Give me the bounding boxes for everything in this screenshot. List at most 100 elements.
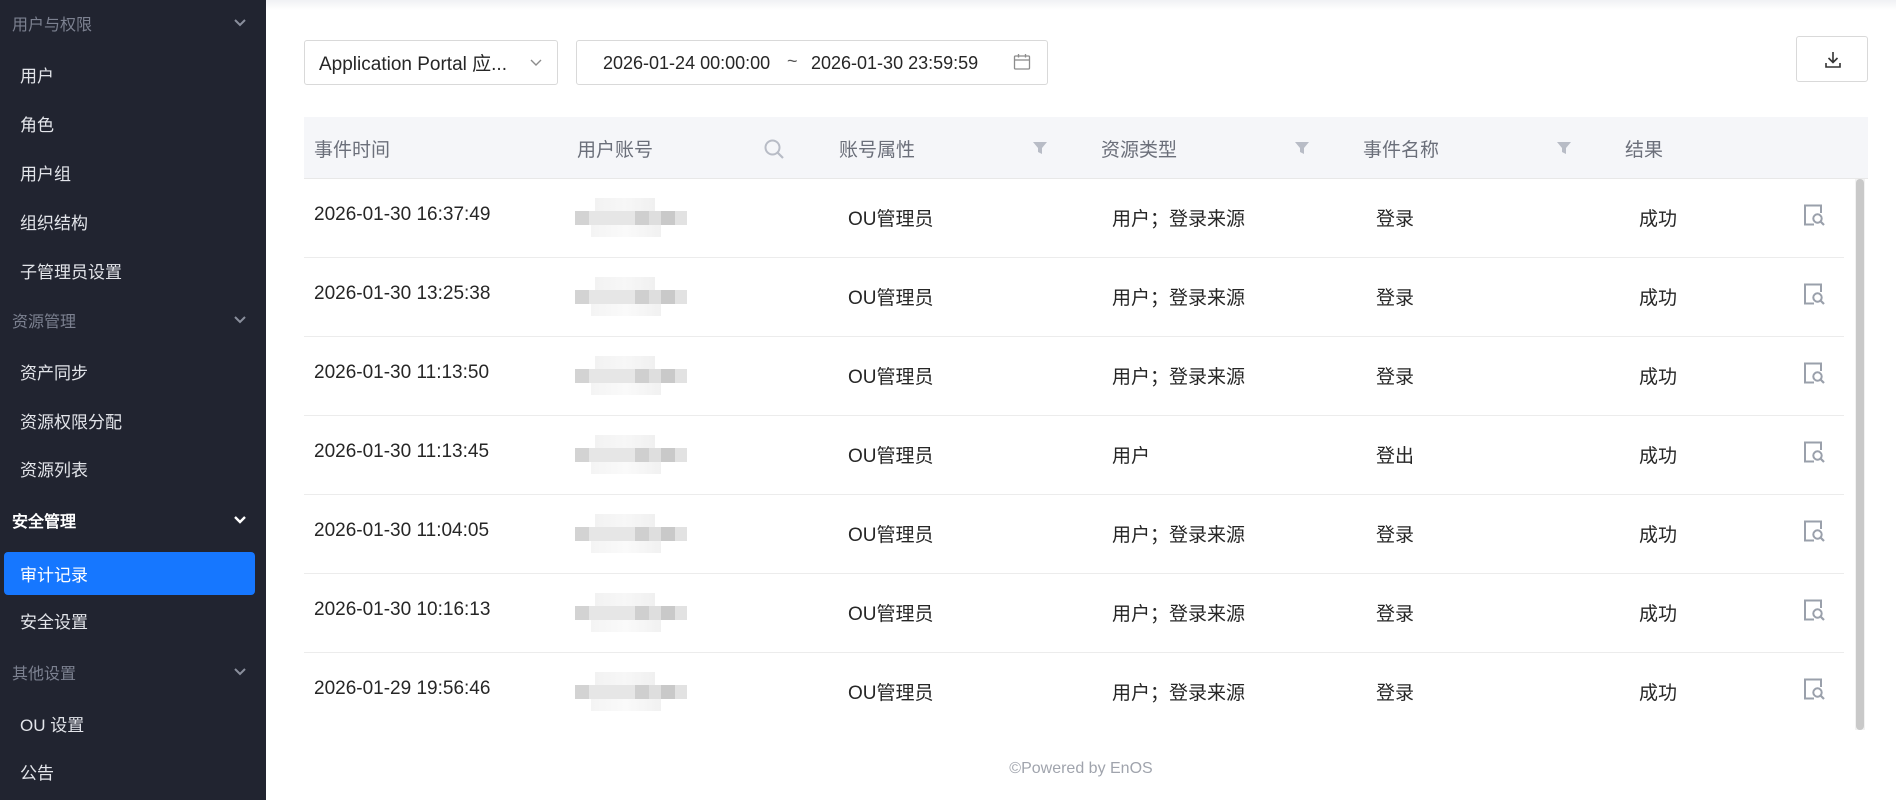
filter-icon[interactable] bbox=[1556, 140, 1572, 156]
cell-event-time: 2026-01-30 13:25:38 bbox=[314, 283, 491, 304]
application-select[interactable]: Application Portal 应... bbox=[304, 40, 558, 85]
redacted-user-account bbox=[561, 514, 697, 554]
sidebar-group-users-permissions[interactable]: 用户与权限 bbox=[0, 5, 266, 41]
table-row: 2026-01-30 16:37:49 OU管理员 用户；登录来源 登录 成功 bbox=[304, 179, 1844, 258]
column-header-event-name: 事件名称 bbox=[1363, 140, 1440, 161]
redacted-user-account bbox=[561, 277, 697, 317]
chevron-down-icon bbox=[234, 316, 246, 324]
cell-event-name: 登录 bbox=[1376, 209, 1415, 230]
cell-event-time: 2026-01-30 16:37:49 bbox=[314, 204, 491, 225]
cell-resource-type: 用户 bbox=[1112, 446, 1151, 467]
sidebar-item-audit-log[interactable]: 审计记录 bbox=[4, 552, 255, 595]
chevron-down-icon bbox=[234, 516, 246, 524]
table-row: 2026-01-29 19:56:46 OU管理员 用户；登录来源 登录 成功 bbox=[304, 653, 1844, 730]
chevron-down-icon bbox=[530, 59, 542, 66]
column-header-account-attribute: 账号属性 bbox=[839, 140, 916, 161]
filter-icon[interactable] bbox=[1294, 140, 1310, 156]
cell-resource-type: 用户；登录来源 bbox=[1112, 288, 1246, 309]
redacted-user-account bbox=[561, 198, 697, 238]
table-body: 2026-01-30 16:37:49 OU管理员 用户；登录来源 登录 成功 … bbox=[304, 179, 1868, 730]
sidebar-item-sub-admin-settings[interactable]: 子管理员设置 bbox=[0, 250, 266, 290]
sidebar-item-ou-settings[interactable]: OU 设置 bbox=[0, 703, 266, 743]
redacted-user-account bbox=[561, 593, 697, 633]
date-separator: ~ bbox=[787, 51, 798, 71]
table-row: 2026-01-30 11:04:05 OU管理员 用户；登录来源 登录 成功 bbox=[304, 495, 1844, 574]
column-header-resource-type: 资源类型 bbox=[1101, 140, 1178, 161]
sidebar-group-security-management[interactable]: 安全管理 bbox=[0, 502, 266, 538]
main-content: Application Portal 应... 2026-01-24 00:00… bbox=[266, 0, 1896, 800]
cell-account-attribute: OU管理员 bbox=[848, 367, 934, 388]
footer-powered-by: ©Powered by EnOS bbox=[1009, 760, 1153, 777]
search-icon[interactable] bbox=[763, 138, 785, 160]
cell-event-name: 登录 bbox=[1376, 525, 1415, 546]
download-icon bbox=[1825, 52, 1841, 68]
sidebar-group-other-settings[interactable]: 其他设置 bbox=[0, 654, 266, 690]
download-button[interactable] bbox=[1796, 36, 1868, 82]
table-row: 2026-01-30 11:13:50 OU管理员 用户；登录来源 登录 成功 bbox=[304, 337, 1844, 416]
cell-result: 成功 bbox=[1639, 604, 1678, 625]
sidebar-item-users[interactable]: 用户 bbox=[0, 54, 266, 94]
sidebar-group-label: 资源管理 bbox=[12, 314, 77, 331]
cell-event-name: 登录 bbox=[1376, 683, 1415, 704]
sidebar-group-label: 安全管理 bbox=[12, 514, 77, 531]
calendar-icon bbox=[1013, 54, 1031, 70]
sidebar-item-resource-permission[interactable]: 资源权限分配 bbox=[0, 400, 266, 440]
cell-resource-type: 用户；登录来源 bbox=[1112, 525, 1246, 546]
sidebar-group-resource-management[interactable]: 资源管理 bbox=[0, 302, 266, 338]
redacted-user-account bbox=[561, 435, 697, 475]
view-detail-icon[interactable] bbox=[1802, 361, 1826, 385]
date-start[interactable]: 2026-01-24 00:00:00 bbox=[603, 53, 770, 74]
cell-event-name: 登录 bbox=[1376, 288, 1415, 309]
cell-resource-type: 用户；登录来源 bbox=[1112, 367, 1246, 388]
sidebar-item-asset-sync[interactable]: 资产同步 bbox=[0, 351, 266, 391]
view-detail-icon[interactable] bbox=[1802, 519, 1826, 543]
view-detail-icon[interactable] bbox=[1802, 203, 1826, 227]
date-range-picker[interactable]: 2026-01-24 00:00:00 ~ 2026-01-30 23:59:5… bbox=[576, 40, 1048, 85]
cell-event-time: 2026-01-30 10:16:13 bbox=[314, 599, 491, 620]
view-detail-icon[interactable] bbox=[1802, 677, 1826, 701]
sidebar: 用户与权限 用户 角色 用户组 组织结构 子管理员设置 资源管理 资产同步 资源… bbox=[0, 0, 266, 800]
cell-event-time: 2026-01-29 19:56:46 bbox=[314, 678, 491, 699]
sidebar-item-user-groups[interactable]: 用户组 bbox=[0, 152, 266, 192]
sidebar-item-org-structure[interactable]: 组织结构 bbox=[0, 201, 266, 241]
view-detail-icon[interactable] bbox=[1802, 598, 1826, 622]
column-header-result: 结果 bbox=[1625, 140, 1664, 161]
cell-event-name: 登录 bbox=[1376, 367, 1415, 388]
view-detail-icon[interactable] bbox=[1802, 282, 1826, 306]
cell-result: 成功 bbox=[1639, 367, 1678, 388]
cell-account-attribute: OU管理员 bbox=[848, 446, 934, 467]
cell-resource-type: 用户；登录来源 bbox=[1112, 683, 1246, 704]
view-detail-icon[interactable] bbox=[1802, 440, 1826, 464]
scrollbar-thumb[interactable] bbox=[1856, 179, 1864, 730]
filter-icon[interactable] bbox=[1032, 140, 1048, 156]
redacted-user-account bbox=[561, 356, 697, 396]
cell-result: 成功 bbox=[1639, 683, 1678, 704]
table-row: 2026-01-30 11:13:45 OU管理员 用户 登出 成功 bbox=[304, 416, 1844, 495]
cell-resource-type: 用户；登录来源 bbox=[1112, 604, 1246, 625]
redacted-user-account bbox=[561, 672, 697, 712]
table-header: 事件时间 用户账号 账号属性 资源类型 事件名称 结果 bbox=[304, 117, 1868, 179]
table-row: 2026-01-30 13:25:38 OU管理员 用户；登录来源 登录 成功 bbox=[304, 258, 1844, 337]
sidebar-group-label: 用户与权限 bbox=[12, 17, 93, 34]
sidebar-item-security-settings[interactable]: 安全设置 bbox=[0, 600, 266, 640]
sidebar-item-roles[interactable]: 角色 bbox=[0, 103, 266, 143]
cell-event-time: 2026-01-30 11:04:05 bbox=[314, 520, 490, 541]
table-scrollbar[interactable] bbox=[1855, 179, 1865, 730]
column-header-user-account: 用户账号 bbox=[577, 140, 654, 161]
sidebar-item-announcement[interactable]: 公告 bbox=[0, 751, 266, 791]
cell-event-time: 2026-01-30 11:13:45 bbox=[314, 441, 490, 462]
cell-result: 成功 bbox=[1639, 446, 1678, 467]
application-select-value: Application Portal 应... bbox=[319, 54, 507, 75]
column-header-event-time: 事件时间 bbox=[314, 140, 391, 161]
cell-event-name: 登出 bbox=[1376, 446, 1415, 467]
top-shadow bbox=[266, 0, 1896, 10]
sidebar-item-resource-list[interactable]: 资源列表 bbox=[0, 448, 266, 488]
cell-event-name: 登录 bbox=[1376, 604, 1415, 625]
chevron-down-icon bbox=[234, 668, 246, 676]
date-end[interactable]: 2026-01-30 23:59:59 bbox=[811, 53, 978, 74]
cell-account-attribute: OU管理员 bbox=[848, 525, 934, 546]
cell-account-attribute: OU管理员 bbox=[848, 288, 934, 309]
cell-result: 成功 bbox=[1639, 288, 1678, 309]
cell-account-attribute: OU管理员 bbox=[848, 209, 934, 230]
table-row: 2026-01-30 10:16:13 OU管理员 用户；登录来源 登录 成功 bbox=[304, 574, 1844, 653]
